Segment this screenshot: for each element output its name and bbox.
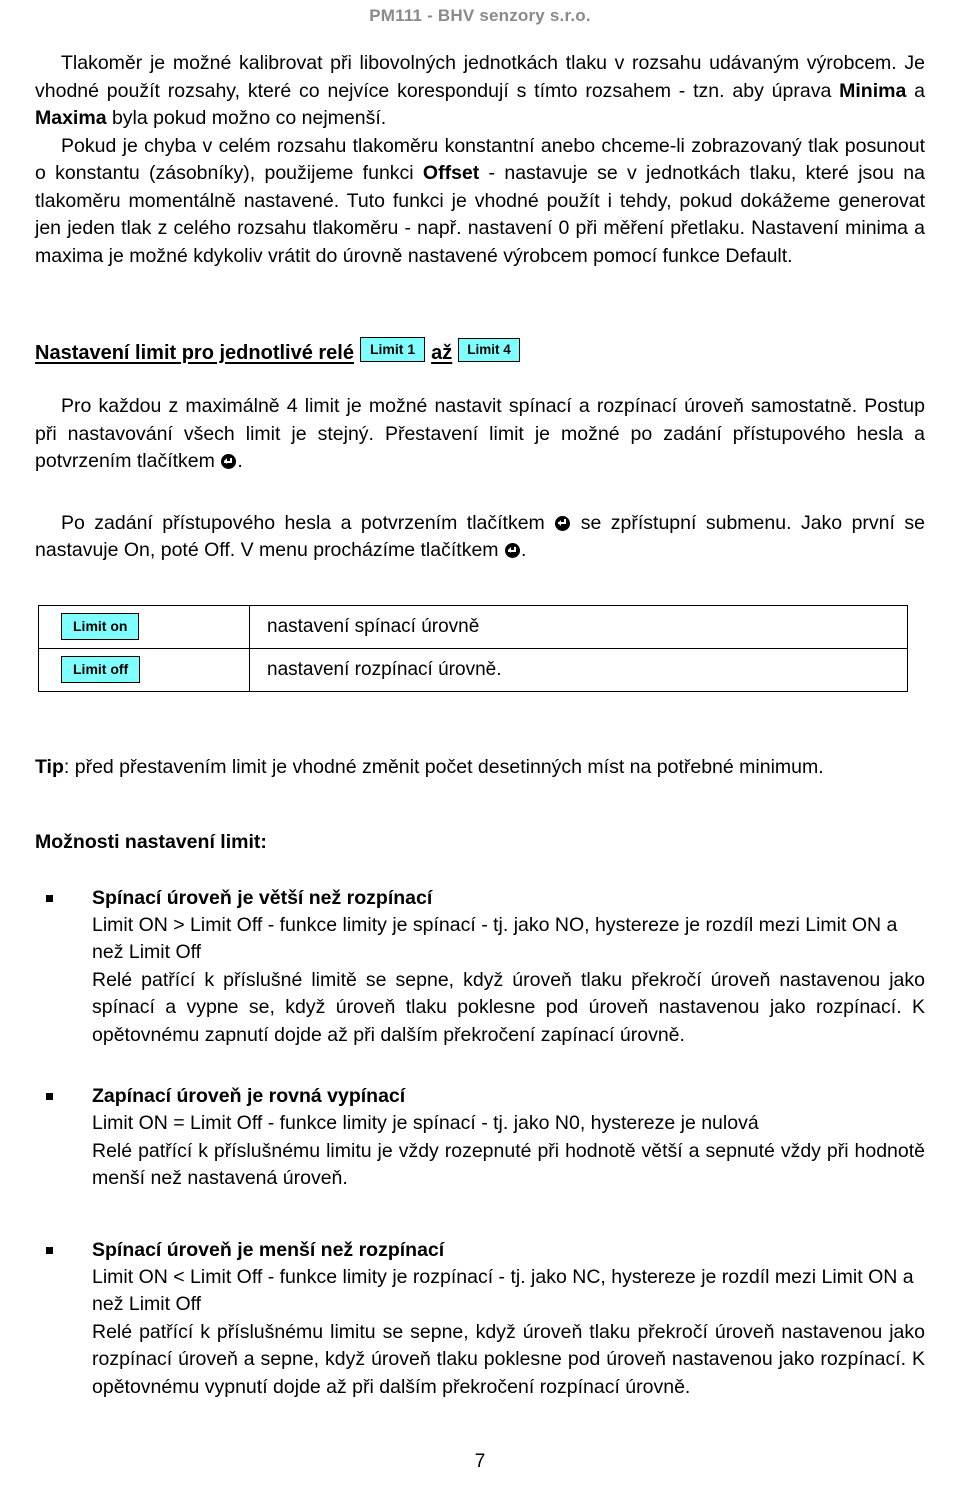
limit-section-heading-conjunction: až	[431, 342, 453, 364]
option-3-line-1: Limit ON < Limit Off - funkce limity je …	[92, 1265, 914, 1316]
tip-text: : před přestavením limit je vhodné změni…	[63, 755, 824, 778]
bullet-square-icon	[46, 1093, 53, 1100]
table-row: Limit off nastavení rozpínací úrovně.	[38, 647, 908, 692]
limit-settings-table: Limit on nastavení spínací úrovně Limit …	[38, 604, 908, 692]
limit-paragraph-2: Po zadání přístupového hesla a potvrzení…	[35, 510, 925, 565]
table-cell-description: nastavení rozpínací úrovně.	[249, 647, 908, 692]
document-page: PM111 - BHV senzory s.r.o. Tlakoměr je m…	[0, 0, 960, 1487]
intro-paragraph-1: Tlakoměr je možné kalibrovat při libovol…	[35, 50, 925, 133]
enter-key-icon	[504, 543, 520, 558]
option-item-3: Spínací úroveň je menší než rozpínací Li…	[35, 1237, 925, 1402]
intro-paragraph-2: Pokud je chyba v celém rozsahu tlakoměru…	[35, 133, 925, 271]
bullet-square-icon	[46, 894, 53, 902]
limit-p1-text-2: .	[237, 450, 243, 472]
limit-p2-text-1: Po zadání přístupového hesla a potvrzení…	[61, 511, 555, 534]
chip-limit-4: Limit 4	[458, 337, 520, 362]
table-cell-badge: Limit off	[38, 647, 250, 692]
table-cell-description: nastavení spínací úrovně	[249, 604, 908, 649]
option-3-line-2: Relé patřící k příslušnému limitu se sep…	[92, 1320, 925, 1398]
table-row: Limit on nastavení spínací úrovně	[38, 604, 908, 649]
option-1-line-1: Limit ON > Limit Off - funkce limity je …	[92, 913, 898, 964]
option-2-line-2: Relé patřící k příslušnému limitu je vžd…	[92, 1139, 925, 1190]
intro-p1-text-3: byla pokud možno co nejmenší.	[106, 107, 387, 129]
limit-paragraph-1: Pro každou z maximálně 4 limit je možné …	[35, 393, 925, 476]
option-2-title: Zapínací úroveň je rovná vypínací	[92, 1085, 406, 1107]
limit-p1-text-1: Pro každou z maximálně 4 limit je možné …	[35, 395, 925, 472]
option-2-line-1: Limit ON = Limit Off - funkce limity je …	[92, 1112, 759, 1134]
badge-limit-on: Limit on	[61, 613, 140, 640]
options-heading: Možnosti nastavení limit:	[35, 831, 267, 853]
chip-limit-1: Limit 1	[359, 337, 426, 362]
limit-section-heading: Nastavení limit pro jednotlivé relé Limi…	[35, 337, 925, 365]
option-1-line-2: Relé patřící k příslušné limitě se sepne…	[92, 968, 925, 1046]
limit-p2-text-3: .	[520, 539, 527, 561]
enter-key-icon	[221, 454, 237, 469]
badge-limit-off: Limit off	[61, 656, 141, 683]
page-number: 7	[474, 1451, 486, 1472]
option-item-2: Zapínací úroveň je rovná vypínací Limit …	[35, 1083, 925, 1193]
running-header: PM111 - BHV senzory s.r.o.	[369, 6, 591, 25]
tip-label: Tip	[35, 755, 64, 778]
intro-p1-bold-minima: Minima	[839, 79, 907, 102]
option-3-title: Spínací úroveň je menší než rozpínací	[92, 1238, 445, 1261]
intro-p2-bold-offset: Offset	[422, 162, 480, 184]
option-1-title: Spínací úroveň je větší než rozpínací	[92, 886, 433, 909]
bullet-square-icon	[46, 1246, 53, 1254]
table-cell-badge: Limit on	[38, 604, 250, 649]
limit-section-heading-text: Nastavení limit pro jednotlivé relé	[35, 342, 354, 364]
enter-key-icon	[555, 515, 571, 531]
tip-paragraph: Tip: před přestavením limit je vhodné zm…	[35, 754, 925, 782]
option-item-1: Spínací úroveň je větší než rozpínací Li…	[35, 885, 925, 1050]
intro-p1-text-2: a	[906, 79, 926, 102]
intro-p1-bold-maxima: Maxima	[35, 107, 107, 129]
intro-p1-text-1: Tlakoměr je možné kalibrovat při libovol…	[35, 52, 925, 102]
